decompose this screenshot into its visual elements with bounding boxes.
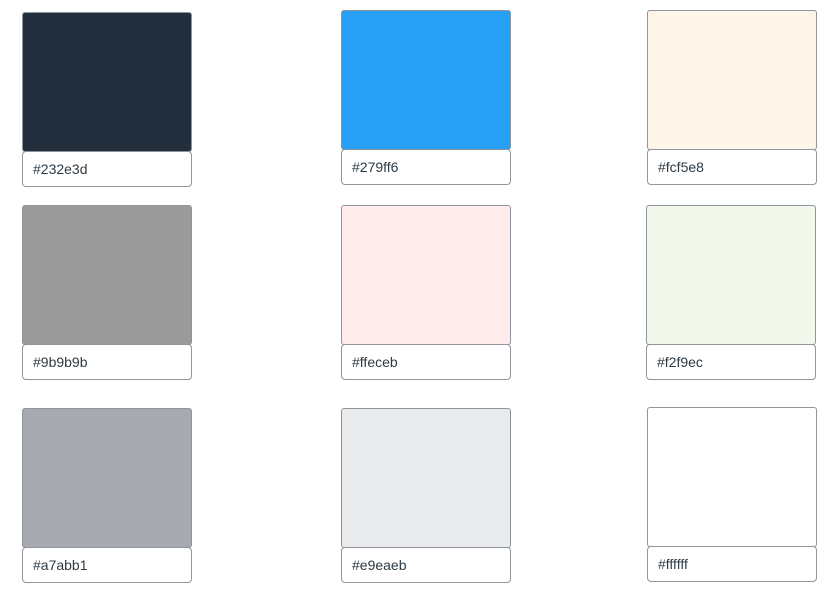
color-swatch[interactable] xyxy=(646,205,816,345)
hex-value-field[interactable]: #ffffff xyxy=(647,546,817,582)
color-swatch-card: #232e3d xyxy=(22,12,192,187)
color-swatch[interactable] xyxy=(341,10,511,150)
color-swatch[interactable] xyxy=(22,12,192,152)
hex-value-field[interactable]: #a7abb1 xyxy=(22,547,192,583)
hex-value-field[interactable]: #9b9b9b xyxy=(22,344,192,380)
hex-value-field[interactable]: #e9eaeb xyxy=(341,547,511,583)
hex-value-field[interactable]: #279ff6 xyxy=(341,149,511,185)
color-swatch-card: #279ff6 xyxy=(341,10,511,185)
color-swatch[interactable] xyxy=(647,10,817,150)
color-swatch[interactable] xyxy=(341,408,511,548)
color-swatch[interactable] xyxy=(341,205,511,345)
color-swatch-card: #ffffff xyxy=(647,407,817,582)
color-swatch-card: #fcf5e8 xyxy=(647,10,817,185)
color-swatch[interactable] xyxy=(22,408,192,548)
color-swatch[interactable] xyxy=(647,407,817,547)
color-swatch-card: #9b9b9b xyxy=(22,205,192,380)
hex-value-field[interactable]: #f2f9ec xyxy=(646,344,816,380)
color-swatch-card: #ffeceb xyxy=(341,205,511,380)
hex-value-field[interactable]: #ffeceb xyxy=(341,344,511,380)
color-swatch-card: #f2f9ec xyxy=(646,205,816,380)
color-swatch-card: #a7abb1 xyxy=(22,408,192,583)
color-swatch[interactable] xyxy=(22,205,192,345)
hex-value-field[interactable]: #232e3d xyxy=(22,151,192,187)
hex-value-field[interactable]: #fcf5e8 xyxy=(647,149,817,185)
color-swatch-card: #e9eaeb xyxy=(341,408,511,583)
